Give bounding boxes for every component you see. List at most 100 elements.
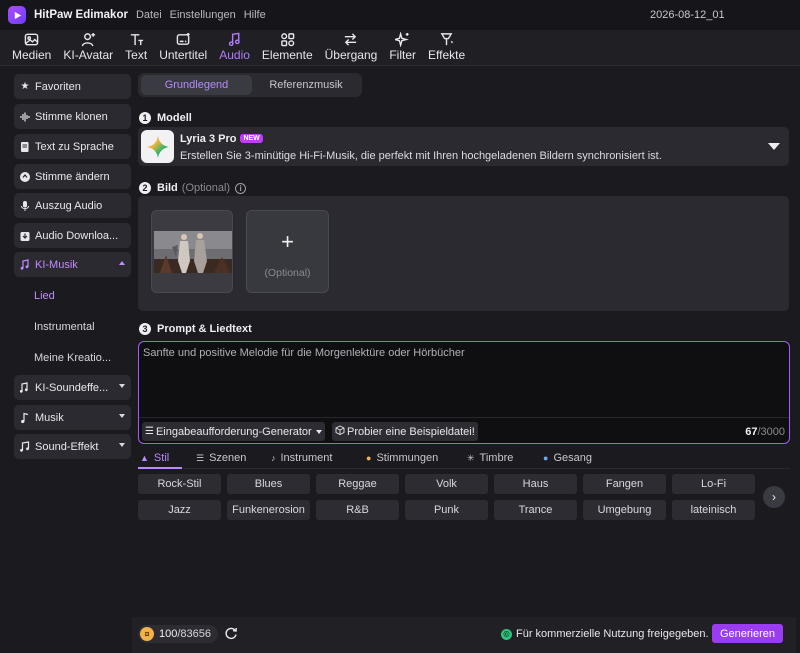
sidebar-item-auszug-audio[interactable]: Auszug Audio: [14, 193, 131, 218]
tool-text[interactable]: Text: [119, 30, 153, 66]
elements-icon: [280, 33, 295, 47]
tool-label: Medien: [12, 48, 52, 62]
sidebar-item-favoriten[interactable]: ★ Favoriten: [14, 74, 131, 99]
step-number: 3: [139, 323, 151, 335]
chip-volk[interactable]: Volk: [405, 474, 488, 494]
chip-blues[interactable]: Blues: [227, 474, 310, 494]
tool-uebergang[interactable]: Übergang: [319, 30, 384, 66]
tab-timbre[interactable]: ✳ Timbre: [467, 452, 513, 464]
generate-button[interactable]: Generieren: [712, 624, 783, 643]
ai-music-panel: Grundlegend Referenzmusik 1 Modell Lyria…: [132, 66, 796, 653]
chip-rnb[interactable]: R&B: [316, 500, 399, 520]
character-counter: 67/3000: [745, 426, 785, 438]
chip-rock-stil[interactable]: Rock-Stil: [138, 474, 221, 494]
voice-change-icon: [19, 171, 31, 183]
chip-lateinisch[interactable]: lateinisch: [672, 500, 755, 520]
character-max: /3000: [757, 426, 785, 438]
optional-hint: (Optional): [181, 182, 231, 194]
category-label: Stimmungen: [376, 452, 439, 464]
tool-ki-avatar[interactable]: KI-Avatar: [57, 30, 119, 66]
prompt-generator-button[interactable]: ☰ Eingabeaufforderung-Generator: [142, 422, 325, 441]
tool-label: Effekte: [428, 48, 466, 62]
sound-effect-icon: [19, 381, 31, 394]
list-icon: ☰: [145, 426, 154, 437]
sidebar-sub-meine-kreationen[interactable]: Meine Kreatio...: [34, 352, 111, 364]
tool-untertitel[interactable]: Untertitel: [153, 30, 213, 66]
prompt-text[interactable]: Sanfte und positive Melodie für die Morg…: [143, 347, 465, 359]
tool-audio[interactable]: Audio: [213, 30, 256, 66]
sidebar-item-label: Favoriten: [35, 80, 81, 93]
audio-sidebar: ★ Favoriten Stimme klonen Text zu Sprach…: [8, 70, 132, 648]
subtitle-icon: [176, 32, 190, 45]
sidebar-item-audio-download[interactable]: Audio Downloa...: [14, 223, 131, 248]
sidebar-item-label: Auszug Audio: [35, 199, 103, 212]
chip-punk[interactable]: Punk: [405, 500, 488, 520]
menu-datei[interactable]: Datei: [136, 9, 162, 21]
plus-icon: +: [281, 229, 294, 254]
section-label: Modell: [157, 112, 192, 124]
waveform-icon: [19, 111, 31, 123]
chip-funkenerosion[interactable]: Funkenerosion: [227, 500, 310, 520]
style-icon: ▲: [140, 453, 149, 463]
tool-effekte[interactable]: Effekte: [422, 30, 471, 66]
sidebar-item-label: KI-Musik: [35, 258, 78, 271]
model-description: Erstellen Sie 3-minütige Hi-Fi-Musik, di…: [180, 150, 662, 162]
model-name: Lyria 3 Pro NEW: [180, 133, 263, 145]
prompt-textarea[interactable]: Sanfte und positive Melodie für die Morg…: [138, 341, 790, 444]
sidebar-item-sound-effekt[interactable]: Sound-Effekt: [14, 434, 131, 459]
model-selector[interactable]: Lyria 3 Pro NEW Erstellen Sie 3-minütige …: [138, 127, 789, 166]
tab-gesang[interactable]: ● Gesang: [543, 452, 592, 464]
chip-haus[interactable]: Haus: [494, 474, 577, 494]
menu-einstellungen[interactable]: Einstellungen: [170, 9, 236, 21]
info-icon[interactable]: i: [235, 182, 247, 194]
download-icon: [19, 230, 31, 242]
section-bild-title: 2 Bild (Optional) i: [139, 182, 247, 194]
chip-jazz[interactable]: Jazz: [138, 500, 221, 520]
sidebar-item-label: Sound-Effekt: [35, 440, 99, 453]
project-name: 2026-08-12_01: [650, 9, 725, 21]
refresh-icon[interactable]: [224, 626, 238, 640]
image-icon: [24, 33, 39, 46]
chevron-right-icon[interactable]: ›: [763, 486, 785, 508]
tab-stil[interactable]: ▲ Stil: [140, 452, 169, 464]
chip-lo-fi[interactable]: Lo-Fi: [672, 474, 755, 494]
sidebar-sub-instrumental[interactable]: Instrumental: [34, 321, 95, 333]
sidebar-item-text-zu-sprache[interactable]: Text zu Sprache: [14, 134, 131, 159]
tab-instrument[interactable]: ♪ Instrument: [271, 452, 332, 464]
example-file-button[interactable]: Probier eine Beispieldatei!: [332, 422, 478, 441]
tab-szenen[interactable]: ☰ Szenen: [196, 452, 246, 464]
tool-filter[interactable]: Filter: [383, 30, 422, 66]
tab-grundlegend[interactable]: Grundlegend: [141, 75, 252, 95]
chip-umgebung[interactable]: Umgebung: [583, 500, 666, 520]
tab-referenzmusik[interactable]: Referenzmusik: [252, 75, 360, 95]
chip-reggae[interactable]: Reggae: [316, 474, 399, 494]
sidebar-sub-lied[interactable]: Lied: [34, 290, 55, 302]
sidebar-item-musik[interactable]: Musik: [14, 405, 131, 430]
chip-trance[interactable]: Trance: [494, 500, 577, 520]
chip-fangen[interactable]: Fangen: [583, 474, 666, 494]
model-name-text: Lyria 3 Pro: [180, 133, 237, 145]
tool-label: KI-Avatar: [63, 48, 114, 62]
sidebar-item-ki-soundeffekte[interactable]: KI-Soundeffe...: [14, 375, 131, 400]
uploaded-image-thumbnail[interactable]: [151, 210, 233, 293]
chevron-down-icon: [119, 414, 125, 418]
sidebar-item-label: Stimme klonen: [35, 110, 108, 123]
category-label: Stil: [153, 452, 170, 464]
tool-medien[interactable]: Medien: [6, 30, 57, 66]
sidebar-item-stimme-klonen[interactable]: Stimme klonen: [14, 104, 131, 129]
chevron-up-icon: [119, 261, 125, 265]
menu-hilfe[interactable]: Hilfe: [244, 9, 266, 21]
tool-elemente[interactable]: Elemente: [256, 30, 319, 66]
tab-stimmungen[interactable]: ● Stimmungen: [366, 452, 438, 464]
sidebar-item-ki-musik[interactable]: KI-Musik: [14, 252, 131, 277]
category-label: Instrument: [280, 452, 333, 464]
coin-icon: ¤: [140, 627, 154, 641]
character-count: 67: [745, 426, 758, 438]
music-note-icon: [19, 412, 31, 424]
add-image-button[interactable]: + (Optional): [246, 210, 329, 293]
credits-used: 100: [159, 628, 178, 640]
avatar-icon: [81, 32, 95, 47]
dropdown-arrow-icon[interactable]: [768, 143, 780, 150]
sidebar-item-stimme-aendern[interactable]: Stimme ändern: [14, 164, 131, 189]
credits-display: ¤ 100/83656: [138, 625, 218, 643]
